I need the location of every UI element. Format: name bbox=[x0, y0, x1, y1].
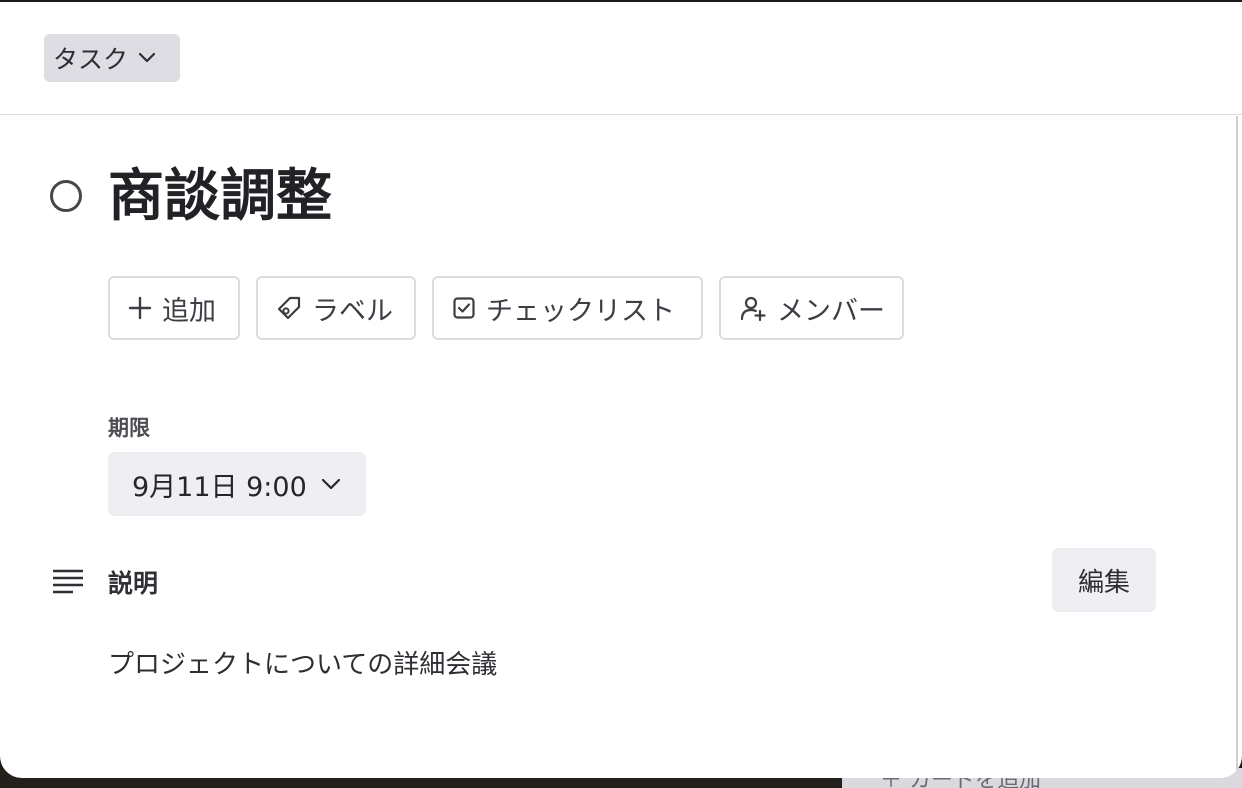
checklist-button[interactable]: チェックリスト bbox=[432, 276, 703, 340]
due-date-label: 期限 bbox=[108, 416, 150, 440]
task-modal: タスク 商談調整 追加 ラベル チェックリスト メンバー 期限 9月11日 9:… bbox=[0, 2, 1242, 778]
due-date-value: 9月11日 9:00 bbox=[132, 471, 307, 503]
member-button[interactable]: メンバー bbox=[719, 276, 904, 340]
scrollbar[interactable] bbox=[1236, 116, 1238, 778]
edit-description-button[interactable]: 編集 bbox=[1052, 548, 1156, 612]
checklist-button-label: チェックリスト bbox=[486, 295, 675, 327]
checkbox-icon bbox=[453, 297, 475, 319]
label-button-label: ラベル bbox=[312, 295, 393, 327]
modal-header: タスク bbox=[0, 2, 1242, 115]
tag-icon bbox=[277, 296, 301, 320]
description-text[interactable]: プロジェクトについての詳細会議 bbox=[108, 644, 497, 681]
plus-icon bbox=[128, 296, 152, 320]
chevron-down-icon bbox=[321, 478, 340, 490]
add-button-label: 追加 bbox=[162, 295, 216, 327]
type-dropdown[interactable]: タスク bbox=[44, 34, 180, 82]
add-button[interactable]: 追加 bbox=[108, 276, 240, 340]
label-button[interactable]: ラベル bbox=[256, 276, 416, 340]
add-person-icon bbox=[740, 296, 766, 322]
chevron-down-icon bbox=[138, 52, 156, 63]
due-date-dropdown[interactable]: 9月11日 9:00 bbox=[108, 452, 366, 516]
type-dropdown-label: タスク bbox=[53, 45, 129, 74]
paragraph-icon bbox=[53, 569, 83, 594]
complete-toggle-circle-icon[interactable] bbox=[50, 180, 82, 212]
description-label: 説明 bbox=[108, 569, 159, 598]
member-button-label: メンバー bbox=[777, 295, 885, 327]
task-title[interactable]: 商談調整 bbox=[108, 164, 332, 230]
